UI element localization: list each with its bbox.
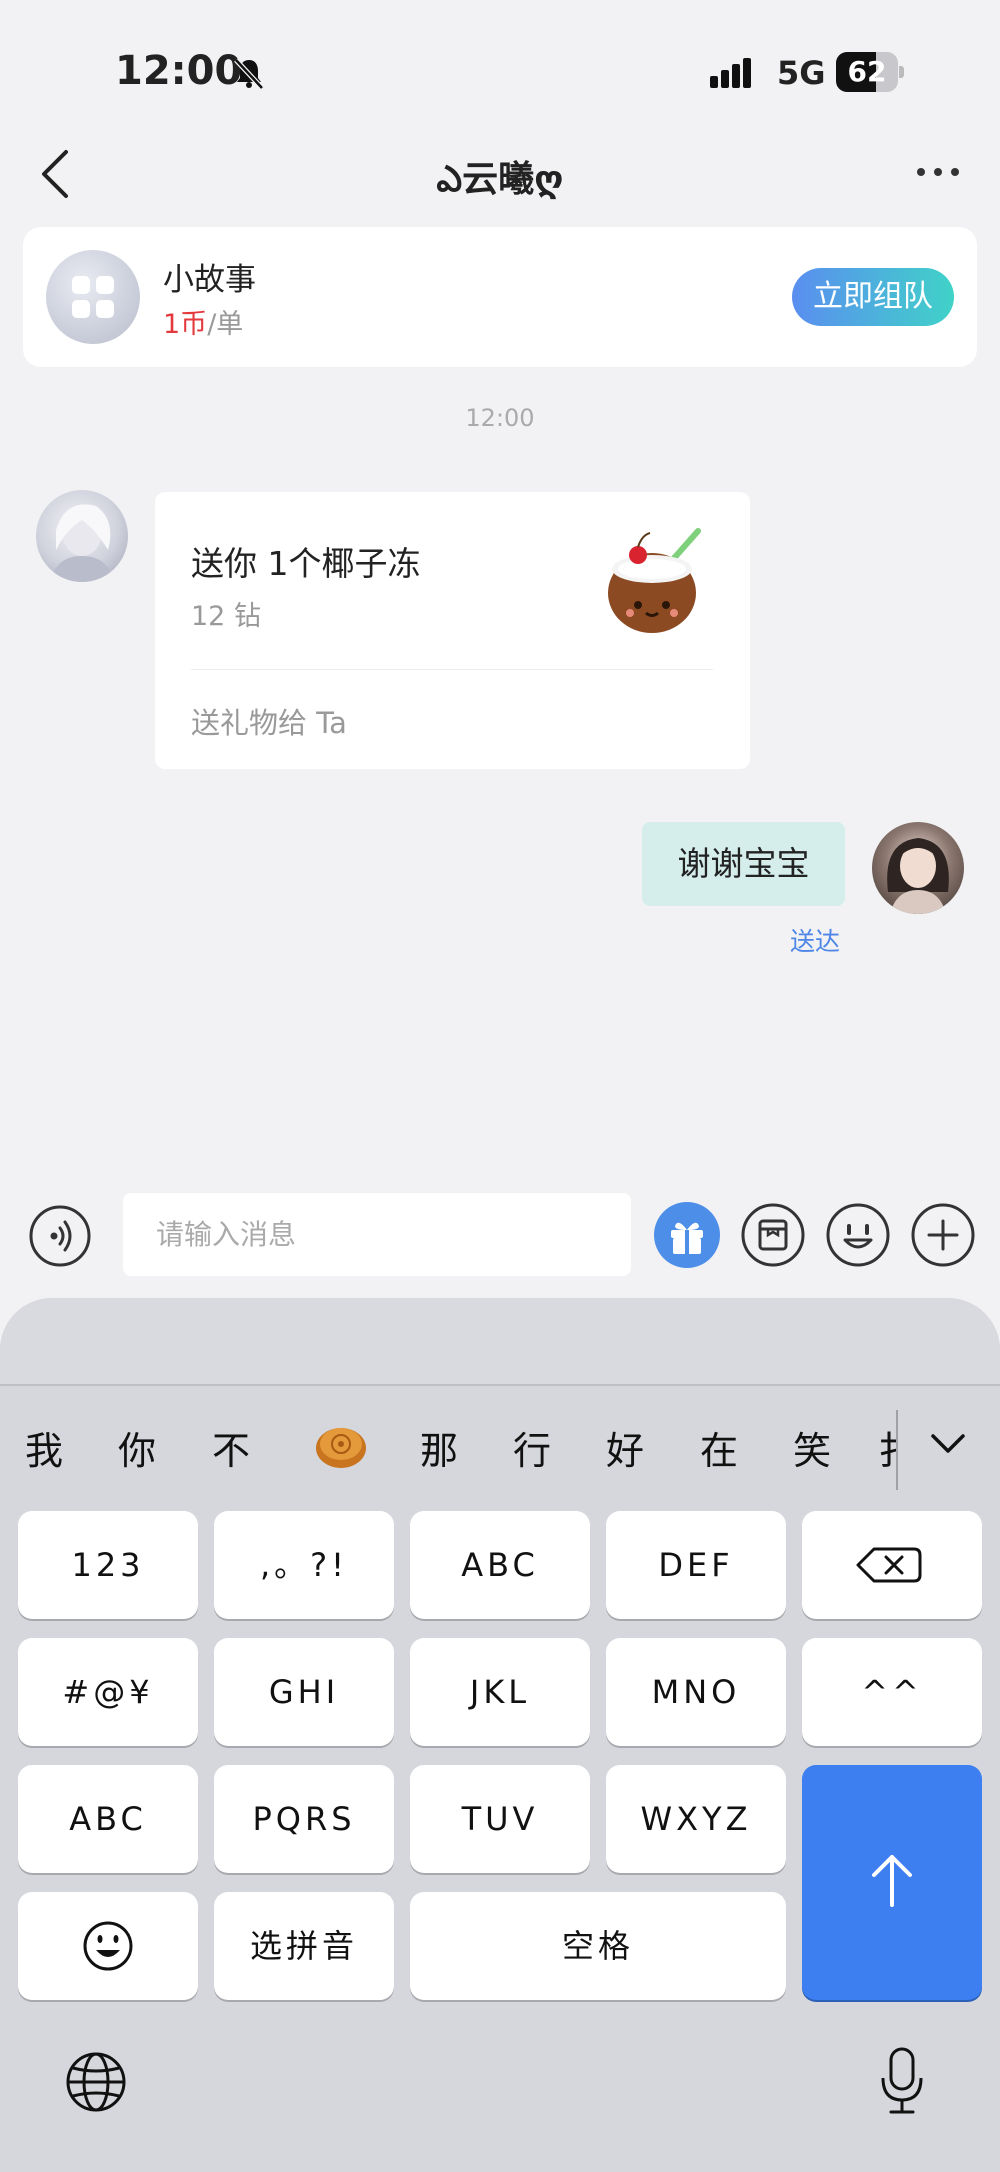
key-tuv[interactable]: TUV [410, 1765, 590, 1873]
team-price: 1币/单 [163, 302, 243, 341]
keyboard-top-area [0, 1298, 1000, 1384]
battery-level: 62 [847, 55, 887, 88]
gift-title: 送你 1个椰子冻 [191, 544, 421, 583]
mooncake-emoji-icon[interactable] [314, 1420, 368, 1470]
keyboard-divider [0, 1384, 1000, 1386]
candidate-separator [896, 1410, 898, 1490]
team-price-amount: 1币 [163, 309, 208, 340]
globe-icon[interactable] [64, 2050, 128, 2114]
package-icon[interactable] [740, 1202, 806, 1268]
send-gift-link[interactable]: 送礼物给 Ta [191, 700, 347, 742]
voice-icon[interactable] [28, 1204, 92, 1268]
emoji-key[interactable] [18, 1892, 198, 2000]
delete-icon [856, 1547, 922, 1583]
key-select-pinyin[interactable]: 选拼音 [214, 1892, 394, 2000]
space-key[interactable]: 空格 [410, 1892, 786, 2000]
delete-key[interactable] [802, 1511, 982, 1619]
key-wxyz[interactable]: WXYZ [606, 1765, 786, 1873]
grid-icon [72, 276, 114, 318]
signal-icon [710, 58, 751, 88]
candidate-word[interactable]: 行 [513, 1420, 551, 1475]
candidate-word[interactable]: 笑 [793, 1420, 831, 1475]
team-price-unit: /单 [207, 309, 244, 340]
team-up-button[interactable]: 立即组队 [792, 268, 954, 326]
send-arrow-icon [872, 1855, 912, 1907]
more-options-icon[interactable] [915, 165, 961, 179]
key-def[interactable]: DEF [606, 1511, 786, 1619]
candidate-word[interactable]: 不 [212, 1420, 250, 1475]
gift-icon [671, 1222, 703, 1254]
coconut-jelly-icon [608, 528, 701, 633]
avatar-figure-icon [887, 838, 949, 914]
key-abc[interactable]: ABC [410, 1511, 590, 1619]
network-label: 5G [777, 54, 826, 92]
time-divider: 12:00 [465, 404, 535, 432]
message-input[interactable] [123, 1193, 631, 1276]
avatar-figure-icon [50, 504, 114, 582]
candidate-word[interactable]: 那 [420, 1420, 458, 1475]
gift-divider [191, 669, 713, 670]
my-message-bubble[interactable]: 谢谢宝宝 [642, 822, 845, 906]
microphone-icon[interactable] [877, 2046, 927, 2116]
key-symbols[interactable]: #@¥ [18, 1638, 198, 1746]
chat-title: ఎ云曦ღ [436, 159, 564, 200]
key-jkl[interactable]: JKL [410, 1638, 590, 1746]
plus-icon[interactable] [910, 1202, 976, 1268]
emoji-face-icon [83, 1921, 133, 1971]
key-ghi[interactable]: GHI [214, 1638, 394, 1746]
avatar[interactable] [36, 490, 128, 582]
delivered-status: 送达 [790, 927, 841, 956]
key-kaomoji[interactable]: ^^ [802, 1638, 982, 1746]
key-pqrs[interactable]: PQRS [214, 1765, 394, 1873]
candidate-word[interactable]: 我 [25, 1420, 63, 1475]
candidate-word[interactable]: 扌 [878, 1420, 896, 1475]
send-key[interactable] [802, 1765, 982, 2000]
gift-price: 12 钻 [191, 601, 261, 632]
candidate-word[interactable]: 在 [700, 1420, 738, 1475]
key-punctuation[interactable]: ,。?! [214, 1511, 394, 1619]
emoji-icon[interactable] [825, 1202, 891, 1268]
key-mno[interactable]: MNO [606, 1638, 786, 1746]
team-name: 小故事 [163, 262, 256, 298]
key-123[interactable]: 123 [18, 1511, 198, 1619]
candidate-word[interactable]: 你 [118, 1420, 156, 1475]
gift-button[interactable] [654, 1202, 720, 1268]
bell-muted-icon [234, 58, 264, 90]
status-time: 12:00 [115, 48, 243, 94]
battery-icon: 62 [836, 52, 904, 92]
key-abc-mode[interactable]: ABC [18, 1765, 198, 1873]
chevron-down-icon[interactable] [930, 1432, 966, 1456]
my-avatar[interactable] [872, 822, 964, 914]
candidate-word[interactable]: 好 [606, 1420, 644, 1475]
